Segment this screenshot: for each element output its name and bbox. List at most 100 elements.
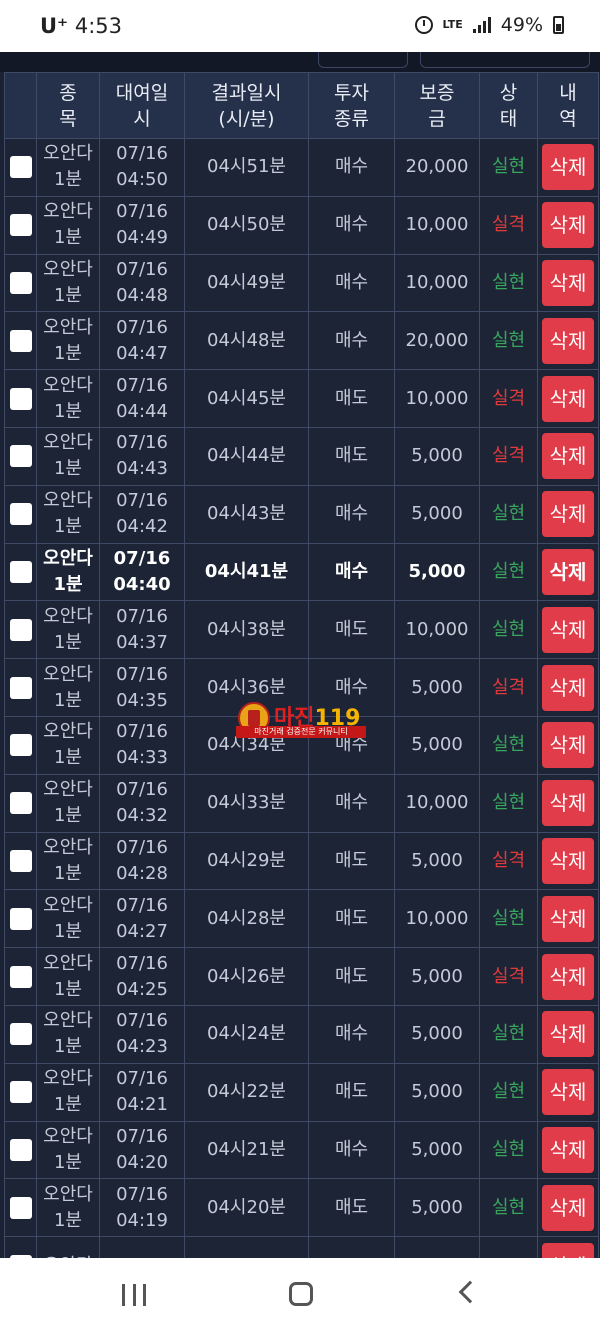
item-cell: 오안다 1분: [36, 311, 100, 371]
delete-button[interactable]: 삭제: [542, 375, 594, 422]
delete-button[interactable]: 삭제: [542, 491, 594, 538]
row-checkbox[interactable]: [9, 907, 32, 930]
row-checkbox[interactable]: [9, 560, 32, 583]
delete-button[interactable]: 삭제: [542, 1069, 594, 1116]
row-checkbox[interactable]: [9, 156, 32, 179]
delete-button[interactable]: 삭제: [542, 837, 594, 884]
date-cell: 07/16 04:33: [99, 715, 185, 775]
delete-button[interactable]: 삭제: [542, 722, 594, 769]
delete-button[interactable]: 삭제: [542, 433, 594, 480]
row-checkbox[interactable]: [9, 1023, 32, 1046]
delete-button[interactable]: 삭제: [542, 664, 594, 711]
row-checkbox[interactable]: [9, 329, 32, 352]
item-cell-line2: 1분: [53, 689, 82, 711]
column-header-text: 결과일시: [211, 81, 282, 104]
deposit-cell: 10,000: [394, 369, 480, 428]
item-cell-line1: 오안다: [43, 1125, 93, 1147]
item-cell-line2: 1분: [53, 1094, 82, 1116]
date-cell-line2: 04:32: [116, 805, 168, 827]
date-cell: 07/16 04:21: [99, 1062, 185, 1122]
delete-button[interactable]: 삭제: [542, 1242, 594, 1258]
delete-button[interactable]: 삭제: [542, 144, 594, 191]
deposit-amount: 10,000: [405, 618, 469, 640]
row-checkbox[interactable]: [9, 734, 32, 757]
result-cell: 04시48분: [184, 311, 309, 371]
date-cell: 07/16 04:44: [99, 369, 185, 428]
result-cell: 04시28분: [184, 889, 309, 949]
row-checkbox[interactable]: [9, 1081, 32, 1104]
row-checkbox[interactable]: [9, 214, 32, 237]
date-cell-line2: 04:43: [116, 458, 168, 480]
delete-button[interactable]: 삭제: [542, 1184, 594, 1231]
table-row: 오안다 1분 07/16 04:43 04시44분 매도 5,000 실격 삭제: [4, 426, 599, 486]
result-cell: 04시51분: [184, 138, 309, 197]
row-checkbox[interactable]: [9, 676, 32, 699]
status-label: 실격: [491, 676, 526, 698]
date-cell-line2: 04:19: [116, 1209, 168, 1231]
type-cell: 매수: [308, 253, 395, 313]
delete-button[interactable]: 삭제: [542, 1011, 594, 1058]
status-label: 실현: [491, 1023, 526, 1045]
status-cell: 실현: [479, 484, 538, 544]
row-checkbox[interactable]: [9, 271, 32, 294]
column-header: [4, 72, 37, 139]
delete-button[interactable]: 삭제: [542, 780, 594, 827]
status-cell: 실현: [479, 253, 538, 313]
row-checkbox[interactable]: [9, 849, 32, 872]
row-checkbox[interactable]: [9, 445, 32, 468]
toolbar-button[interactable]: [420, 52, 590, 68]
home-icon[interactable]: [289, 1282, 313, 1306]
item-cell-line1: 오안다: [43, 663, 93, 685]
deposit-amount: 5,000: [411, 1081, 463, 1103]
row-checkbox[interactable]: [9, 1138, 32, 1161]
delete-button[interactable]: 삭제: [542, 953, 594, 1000]
back-icon[interactable]: [458, 1280, 482, 1304]
item-cell-line1: 오안다: [43, 1010, 93, 1032]
item-cell-line2: 1분: [53, 1151, 82, 1173]
deposit-cell: [394, 1236, 480, 1258]
deposit-cell: 5,000: [394, 426, 480, 486]
toolbar-button[interactable]: [318, 52, 408, 68]
row-checkbox[interactable]: [9, 618, 32, 641]
item-cell: 오안다 1분: [36, 138, 100, 197]
deposit-amount: 5,000: [411, 734, 463, 756]
checkbox-cell: [4, 1062, 37, 1122]
date-cell: 07/16 04:50: [99, 138, 185, 197]
date-cell-line1: 07/16: [116, 490, 168, 512]
row-checkbox[interactable]: [9, 965, 32, 988]
status-cell: 실격: [479, 195, 538, 255]
row-checkbox[interactable]: [9, 1196, 32, 1219]
item-cell: 오안다 1분: [36, 1004, 100, 1064]
delete-button[interactable]: 삭제: [542, 606, 594, 653]
date-cell-line1: 07/16: [116, 258, 168, 280]
result-time: 04시44분: [207, 445, 286, 467]
status-cell: 실현: [479, 138, 538, 197]
item-cell-line2: 1분: [53, 1036, 82, 1058]
delete-button[interactable]: 삭제: [542, 548, 594, 595]
delete-button[interactable]: 삭제: [542, 895, 594, 942]
status-label: 실현: [491, 1138, 526, 1160]
recent-apps-icon[interactable]: [122, 1284, 146, 1306]
item-cell: 오안다 1분: [36, 253, 100, 313]
delete-button[interactable]: 삭제: [542, 202, 594, 249]
delete-button[interactable]: 삭제: [542, 1126, 594, 1173]
table-body: 오안다 1분 07/16 04:50 04시51분 매수 20,000 실현 삭제 오안다 1분 07…: [4, 138, 599, 1258]
deposit-amount: 10,000: [405, 214, 469, 236]
date-cell-line1: 07/16: [116, 1125, 168, 1147]
deposit-cell: 5,000: [394, 715, 480, 775]
table-row: 오안다 1분 07/16 04:25 04시26분 매도 5,000 실격 삭제: [4, 947, 599, 1006]
status-cell: 실현: [479, 1178, 538, 1238]
date-cell-line1: 07/16: [116, 663, 168, 685]
status-cell: 실현: [479, 889, 538, 949]
result-cell: 04시26분: [184, 947, 309, 1006]
row-checkbox[interactable]: [9, 503, 32, 526]
delete-button[interactable]: 삭제: [542, 317, 594, 364]
action-cell: 삭제: [537, 1236, 599, 1258]
row-checkbox[interactable]: [9, 387, 32, 410]
action-cell: 삭제: [537, 1004, 599, 1064]
date-cell: 07/16 04:19: [99, 1178, 185, 1238]
delete-button[interactable]: 삭제: [542, 259, 594, 306]
row-checkbox[interactable]: [9, 792, 32, 815]
item-cell-line2: 1분: [53, 573, 83, 595]
column-header-text: 역: [559, 107, 577, 130]
